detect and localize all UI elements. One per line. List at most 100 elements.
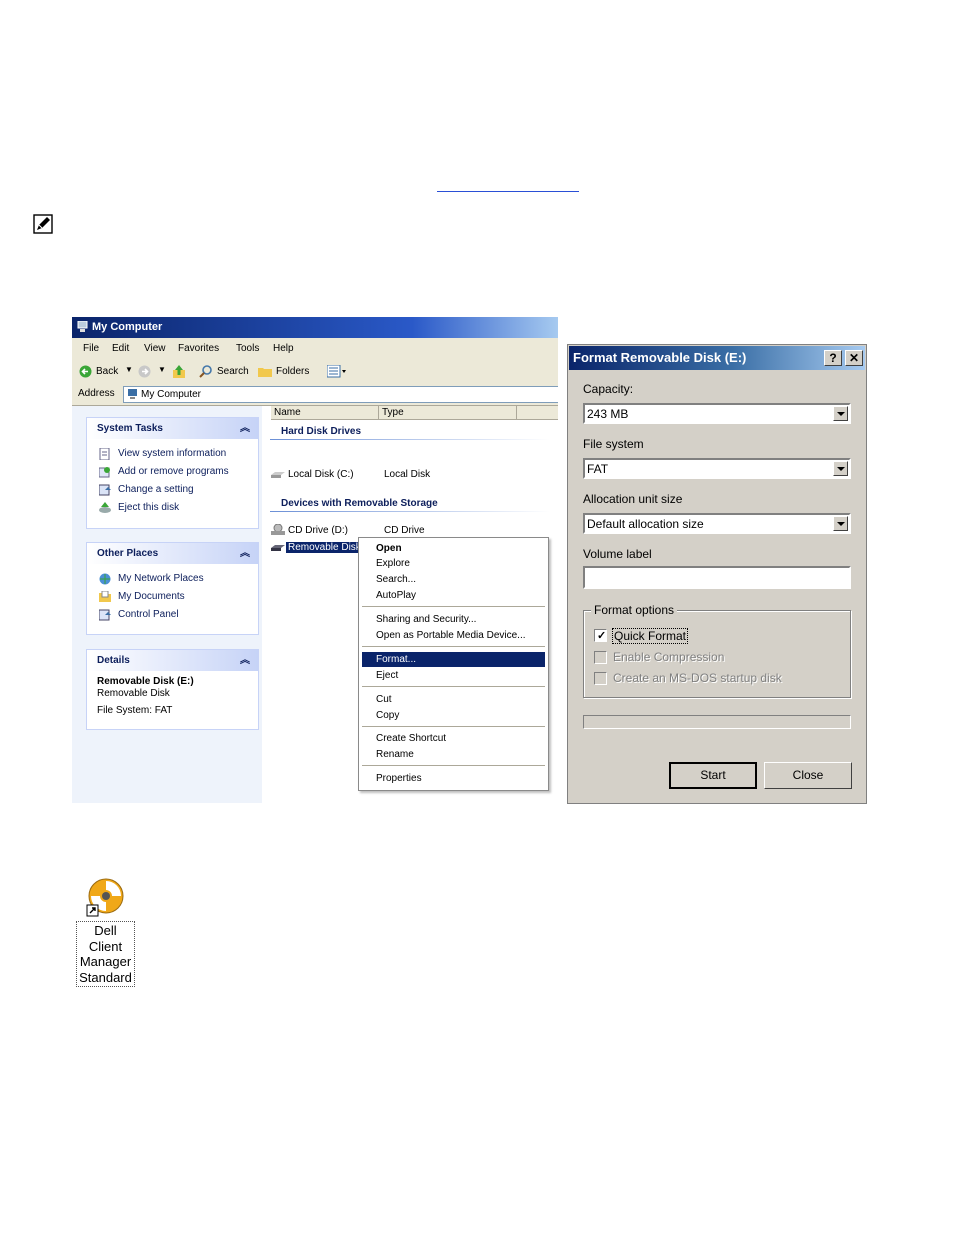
my-computer-small-icon — [128, 389, 137, 399]
other-places-title: Other Places — [97, 548, 159, 559]
menu-item-portable-media[interactable]: Open as Portable Media Device... — [362, 628, 545, 643]
up-folder-icon[interactable] — [172, 364, 186, 379]
system-tasks-header[interactable]: System Tasks ︽ — [87, 418, 258, 439]
enable-compression-checkbox — [594, 651, 607, 664]
other-places-panel: Other Places ︽ My Network Places My Docu… — [86, 542, 259, 635]
removable-disk-icon — [271, 545, 285, 551]
close-button[interactable]: Close — [764, 762, 852, 789]
group-hard-disk-drives: Hard Disk Drives — [281, 426, 362, 437]
task-eject-disk[interactable]: Eject this disk — [87, 499, 258, 517]
place-label: My Network Places — [118, 573, 204, 584]
menu-favorites[interactable]: Favorites — [178, 343, 219, 354]
allocation-select[interactable]: Default allocation size — [583, 513, 851, 534]
window-titlebar[interactable]: My Computer — [72, 317, 558, 338]
allocation-label: Allocation unit size — [583, 492, 683, 506]
menu-item-explore[interactable]: Explore — [362, 556, 545, 571]
menu-item-sharing-security[interactable]: Sharing and Security... — [362, 612, 545, 627]
cd-drive-icon — [271, 524, 285, 535]
msdos-startup-label: Create an MS-DOS startup disk — [613, 671, 782, 685]
forward-dropdown-icon[interactable]: ▼ — [158, 365, 166, 374]
checkmark-icon: ✓ — [597, 630, 607, 642]
task-pane: System Tasks ︽ View system information A… — [72, 406, 262, 803]
format-progress-bar — [583, 715, 851, 729]
menu-item-cut[interactable]: Cut — [362, 692, 545, 707]
views-icon[interactable] — [327, 365, 347, 378]
network-places-icon — [99, 573, 111, 585]
dell-client-manager-icon[interactable] — [84, 878, 126, 918]
menu-tools[interactable]: Tools — [236, 343, 259, 354]
dialog-close-button[interactable]: ✕ — [845, 350, 863, 366]
task-change-setting[interactable]: Change a setting — [87, 481, 258, 499]
dialog-titlebar[interactable]: Format Removable Disk (E:) ? ✕ — [569, 346, 865, 370]
dropdown-arrow-icon[interactable] — [833, 516, 848, 531]
menu-item-format[interactable]: Format... — [362, 652, 545, 667]
start-button[interactable]: Start — [669, 762, 757, 789]
task-label: Change a setting — [118, 484, 194, 495]
menu-item-properties[interactable]: Properties — [362, 771, 545, 786]
menu-item-eject[interactable]: Eject — [362, 668, 545, 683]
dropdown-arrow-icon[interactable] — [833, 461, 848, 476]
dropdown-arrow-icon[interactable] — [833, 406, 848, 421]
column-extra-header[interactable] — [517, 406, 558, 420]
menu-item-copy[interactable]: Copy — [362, 708, 545, 723]
place-label: Control Panel — [118, 609, 179, 620]
place-control-panel[interactable]: Control Panel — [87, 606, 258, 624]
quick-format-label[interactable]: Quick Format — [612, 628, 689, 644]
volume-label-input[interactable] — [583, 566, 851, 589]
system-info-icon — [99, 448, 110, 460]
drive-name: Local Disk (C:) — [288, 469, 354, 480]
details-header[interactable]: Details ︽ — [87, 650, 258, 671]
task-label: Eject this disk — [118, 502, 180, 513]
shortcut-label[interactable]: Dell Client Manager Standard — [76, 921, 135, 987]
menu-edit[interactable]: Edit — [112, 343, 129, 354]
quick-format-checkbox[interactable]: ✓ — [594, 629, 607, 642]
drive-type: Local Disk — [384, 469, 431, 480]
menu-item-open[interactable]: Open — [362, 541, 545, 556]
menu-item-autoplay[interactable]: AutoPlay — [362, 588, 545, 603]
file-system-select[interactable]: FAT — [583, 458, 851, 479]
my-computer-icon — [77, 321, 88, 332]
drive-type: CD Drive — [384, 525, 425, 536]
drive-row-cd-drive[interactable]: CD Drive (D:) CD Drive — [262, 524, 558, 537]
back-button[interactable]: Back — [96, 366, 118, 377]
back-dropdown-icon[interactable]: ▼ — [125, 365, 133, 374]
task-add-remove-programs[interactable]: Add or remove programs — [87, 463, 258, 481]
drive-row-local-disk[interactable]: Local Disk (C:) Local Disk — [262, 469, 558, 481]
menu-view[interactable]: View — [144, 343, 166, 354]
task-view-system-info[interactable]: View system information — [87, 445, 258, 463]
menu-item-search[interactable]: Search... — [362, 572, 545, 587]
menu-separator — [362, 646, 545, 647]
place-my-documents[interactable]: My Documents — [87, 588, 258, 606]
search-icon[interactable] — [199, 365, 213, 378]
address-value: My Computer — [141, 389, 202, 400]
collapse-chevron-icon[interactable]: ︽ — [240, 418, 250, 439]
back-arrow-icon[interactable] — [79, 365, 92, 378]
file-system-value: FAT — [587, 462, 609, 476]
column-name-header[interactable]: Name — [271, 406, 379, 420]
search-button[interactable]: Search — [217, 366, 249, 377]
add-remove-programs-icon — [99, 467, 110, 478]
forward-arrow-icon[interactable] — [138, 365, 151, 378]
capacity-select[interactable]: 243 MB — [583, 403, 851, 424]
group-removable-storage: Devices with Removable Storage — [281, 498, 438, 509]
menu-item-rename[interactable]: Rename — [362, 747, 545, 762]
other-places-header[interactable]: Other Places ︽ — [87, 543, 258, 564]
collapse-chevron-icon[interactable]: ︽ — [240, 543, 250, 564]
place-my-network-places[interactable]: My Network Places — [87, 570, 258, 588]
column-type-header[interactable]: Type — [379, 406, 517, 420]
folders-button[interactable]: Folders — [276, 366, 309, 377]
window-title: My Computer — [92, 321, 163, 333]
menu-item-create-shortcut[interactable]: Create Shortcut — [362, 731, 545, 746]
folders-icon[interactable] — [258, 366, 272, 377]
dialog-title: Format Removable Disk (E:) — [573, 350, 747, 365]
menu-file[interactable]: File — [83, 343, 99, 354]
collapse-chevron-icon[interactable]: ︽ — [240, 650, 250, 671]
place-label: My Documents — [118, 591, 185, 602]
details-panel: Details ︽ Removable Disk (E:) Removable … — [86, 649, 259, 730]
menu-separator — [362, 765, 545, 766]
doc-link[interactable] — [437, 176, 579, 192]
menu-help[interactable]: Help — [273, 343, 294, 354]
address-input[interactable]: My Computer — [123, 386, 558, 403]
help-button[interactable]: ? — [824, 350, 842, 366]
group-divider — [270, 511, 550, 512]
